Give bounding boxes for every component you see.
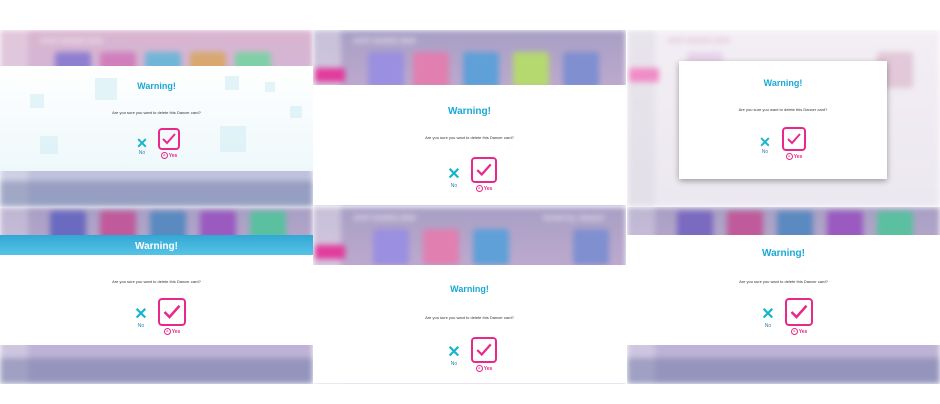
warning-dialog: Warning! Are you sure you want to delete…	[313, 85, 626, 205]
dialog-title: Warning!	[762, 248, 805, 259]
dialog-title: Warning!	[763, 78, 803, 88]
dialog-question: Are you sure you want to delete this Dan…	[112, 279, 201, 284]
yes-button[interactable]: A Yes	[782, 127, 806, 160]
yes-label: Yes	[171, 328, 181, 335]
cross-icon: ✕	[447, 344, 461, 361]
no-label: No	[450, 183, 458, 189]
yes-label: Yes	[168, 152, 178, 159]
cross-icon: ✕	[134, 306, 148, 323]
no-button[interactable]: ✕ No	[446, 344, 462, 368]
checkmark-icon	[782, 127, 806, 151]
variant-panel-3: JUST DANCE 2019 Warning! Are you sure yo…	[627, 30, 940, 207]
dialog-question: Are you sure you want to delete this Dan…	[112, 110, 201, 115]
dialog-title: Warning!	[137, 81, 176, 91]
warning-dialog: Warning! Are you sure you want to delete…	[627, 235, 940, 345]
variant-panel-5: JUST DANCE 2019 Sorted by: Newest Warnin…	[313, 207, 626, 384]
variant-panel-6: Warning! Are you sure you want to delete…	[627, 207, 940, 384]
dialog-title: Warning!	[448, 106, 491, 117]
yes-label: Yes	[798, 328, 808, 335]
checkmark-icon	[785, 298, 813, 326]
no-label: No	[450, 361, 458, 367]
cross-icon: ✕	[761, 306, 775, 323]
warning-dialog: Warning! Are you sure you want to delete…	[679, 61, 887, 179]
a-button-icon: A	[475, 185, 483, 192]
dialog-question: Are you sure you want to delete this Dan…	[425, 135, 514, 140]
yes-button[interactable]: A Yes	[158, 128, 180, 159]
no-label: No	[764, 323, 772, 329]
yes-label: Yes	[483, 185, 493, 192]
checkmark-icon	[471, 337, 497, 363]
game-title: JUST DANCE 2019	[40, 38, 103, 45]
no-button[interactable]: ✕ No	[133, 306, 149, 330]
dialog-question: Are you sure you want to delete this Dan…	[738, 107, 828, 112]
no-button[interactable]: ✕ No	[758, 135, 772, 155]
no-button[interactable]: ✕ No	[446, 166, 462, 190]
checkmark-icon	[471, 157, 497, 183]
warning-dialog: Warning! Are you sure you want to delete…	[313, 265, 626, 383]
checkmark-icon	[158, 298, 186, 326]
dialog-question: Are you sure you want to delete this Dan…	[739, 279, 828, 284]
warning-dialog: Warning! Are you sure you want to delete…	[0, 235, 313, 345]
warning-dialog: Warning! Are you sure you want to delete…	[0, 66, 313, 171]
yes-button[interactable]: A Yes	[785, 298, 813, 335]
a-button-icon: A	[790, 328, 798, 335]
comparison-grid: JUST DANCE 2019 Warning! Are you sure yo…	[0, 30, 940, 384]
dialog-question: Are you sure you want to delete this Dan…	[425, 315, 514, 320]
variant-panel-1: JUST DANCE 2019 Warning! Are you sure yo…	[0, 30, 313, 207]
checkmark-icon	[158, 128, 180, 150]
a-button-icon: A	[785, 153, 793, 160]
yes-label: Yes	[793, 153, 803, 160]
game-title: JUST DANCE 2019	[353, 215, 416, 222]
a-button-icon: A	[475, 365, 483, 372]
dialog-title: Warning!	[135, 241, 178, 252]
game-title: JUST DANCE 2019	[667, 38, 730, 45]
cross-icon: ✕	[136, 135, 148, 151]
cross-icon: ✕	[447, 166, 461, 183]
yes-button[interactable]: A Yes	[471, 157, 497, 192]
a-button-icon: A	[160, 152, 168, 159]
yes-label: Yes	[483, 365, 493, 372]
sort-label: Sorted by: Newest	[543, 215, 605, 222]
variant-panel-4: Warning! Are you sure you want to delete…	[0, 207, 313, 384]
no-label: No	[137, 323, 145, 329]
cross-icon: ✕	[759, 134, 771, 150]
yes-button[interactable]: A Yes	[158, 298, 186, 335]
no-button[interactable]: ✕ No	[760, 306, 776, 330]
dialog-title: Warning!	[450, 284, 489, 294]
no-button[interactable]: ✕ No	[135, 136, 149, 156]
variant-panel-2: JUST DANCE 2019 Warning! Are you sure yo…	[313, 30, 626, 207]
game-title: JUST DANCE 2019	[353, 38, 416, 45]
yes-button[interactable]: A Yes	[471, 337, 497, 372]
a-button-icon: A	[163, 328, 171, 335]
